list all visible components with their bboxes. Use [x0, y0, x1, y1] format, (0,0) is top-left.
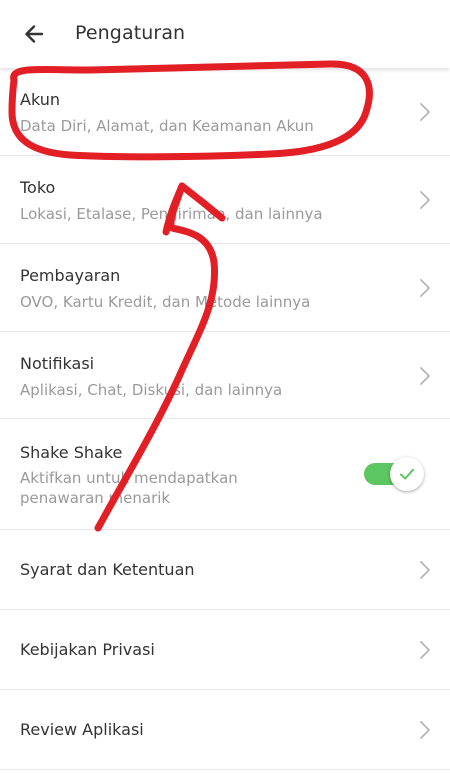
- shake-toggle[interactable]: [364, 457, 424, 491]
- check-icon: [400, 468, 414, 480]
- toggle-knob: [390, 457, 424, 491]
- arrow-left-icon: [25, 25, 44, 43]
- chevron-right-icon: [420, 367, 430, 385]
- chevron-right-icon: [420, 721, 430, 739]
- menu-item-title: Akun: [20, 90, 60, 109]
- menu-item-subtitle: Aplikasi, Chat, Diskusi, dan lainnya: [20, 381, 283, 399]
- menu-item-review-aplikasi[interactable]: Review Aplikasi: [0, 690, 450, 770]
- chevron-right-icon: [420, 191, 430, 209]
- menu-item-subtitle-line2: penawaran menarik: [20, 489, 171, 507]
- menu-item-title: Kebijakan Privasi: [20, 640, 155, 659]
- menu-item-title: Pembayaran: [20, 266, 121, 285]
- chevron-right-icon: [420, 103, 430, 121]
- menu-item-kebijakan-privasi[interactable]: Kebijakan Privasi: [0, 610, 450, 690]
- menu-item-title: Toko: [20, 178, 56, 197]
- menu-item-notifikasi[interactable]: Notifikasi Aplikasi, Chat, Diskusi, dan …: [0, 332, 450, 419]
- menu-item-subtitle: Data Diri, Alamat, dan Keamanan Akun: [20, 117, 314, 135]
- settings-menu: Akun Data Diri, Alamat, dan Keamanan Aku…: [0, 68, 450, 770]
- menu-item-subtitle: Lokasi, Etalase, Pengiriman, dan lainnya: [20, 205, 323, 223]
- menu-item-title: Shake Shake: [20, 443, 123, 462]
- app-bar: Pengaturan: [0, 0, 450, 68]
- menu-item-title: Syarat dan Ketentuan: [20, 560, 195, 579]
- back-button[interactable]: [14, 14, 54, 54]
- menu-item-subtitle: OVO, Kartu Kredit, dan Metode lainnya: [20, 293, 311, 311]
- menu-item-shake-shake: Shake Shake Aktifkan untuk mendapatkan p…: [0, 419, 450, 530]
- menu-item-title: Review Aplikasi: [20, 720, 144, 739]
- menu-item-pembayaran[interactable]: Pembayaran OVO, Kartu Kredit, dan Metode…: [0, 244, 450, 332]
- menu-item-syarat-ketentuan[interactable]: Syarat dan Ketentuan: [0, 530, 450, 610]
- page-title: Pengaturan: [75, 22, 186, 44]
- chevron-right-icon: [420, 561, 430, 579]
- menu-item-akun[interactable]: Akun Data Diri, Alamat, dan Keamanan Aku…: [0, 68, 450, 156]
- menu-item-toko[interactable]: Toko Lokasi, Etalase, Pengiriman, dan la…: [0, 156, 450, 244]
- menu-item-subtitle-line1: Aktifkan untuk mendapatkan: [20, 469, 238, 487]
- chevron-right-icon: [420, 641, 430, 659]
- menu-item-title: Notifikasi: [20, 354, 95, 373]
- chevron-right-icon: [420, 279, 430, 297]
- settings-screen: Pengaturan Akun Data Diri, Alamat, dan K…: [0, 0, 450, 774]
